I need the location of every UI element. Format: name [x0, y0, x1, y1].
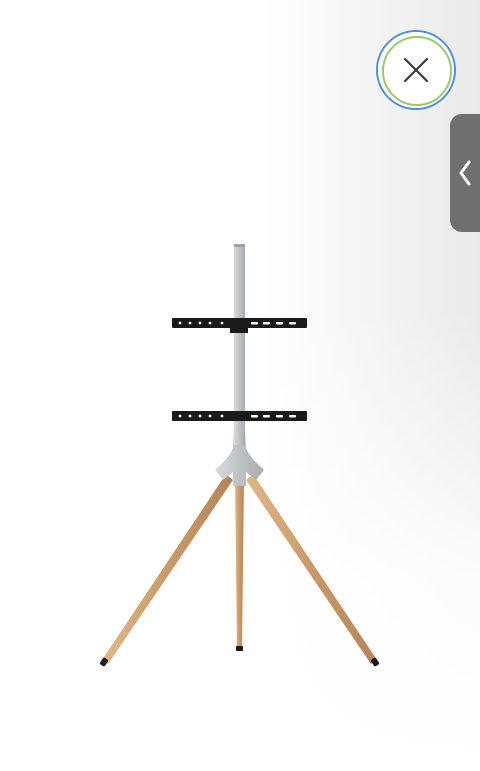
right-leg	[246, 474, 377, 664]
side-panel-toggle[interactable]	[450, 114, 480, 232]
chevron-left-icon	[459, 160, 471, 186]
center-leg	[235, 480, 244, 648]
tripod-legs	[100, 474, 379, 667]
center-foot	[236, 646, 243, 651]
pole-cap	[234, 244, 245, 247]
close-button-ring	[382, 36, 452, 106]
upper-mount-bracket	[172, 318, 307, 333]
left-leg	[102, 474, 233, 664]
close-button[interactable]	[378, 32, 454, 108]
lower-mount-bracket	[172, 411, 307, 421]
product-image	[100, 244, 379, 667]
